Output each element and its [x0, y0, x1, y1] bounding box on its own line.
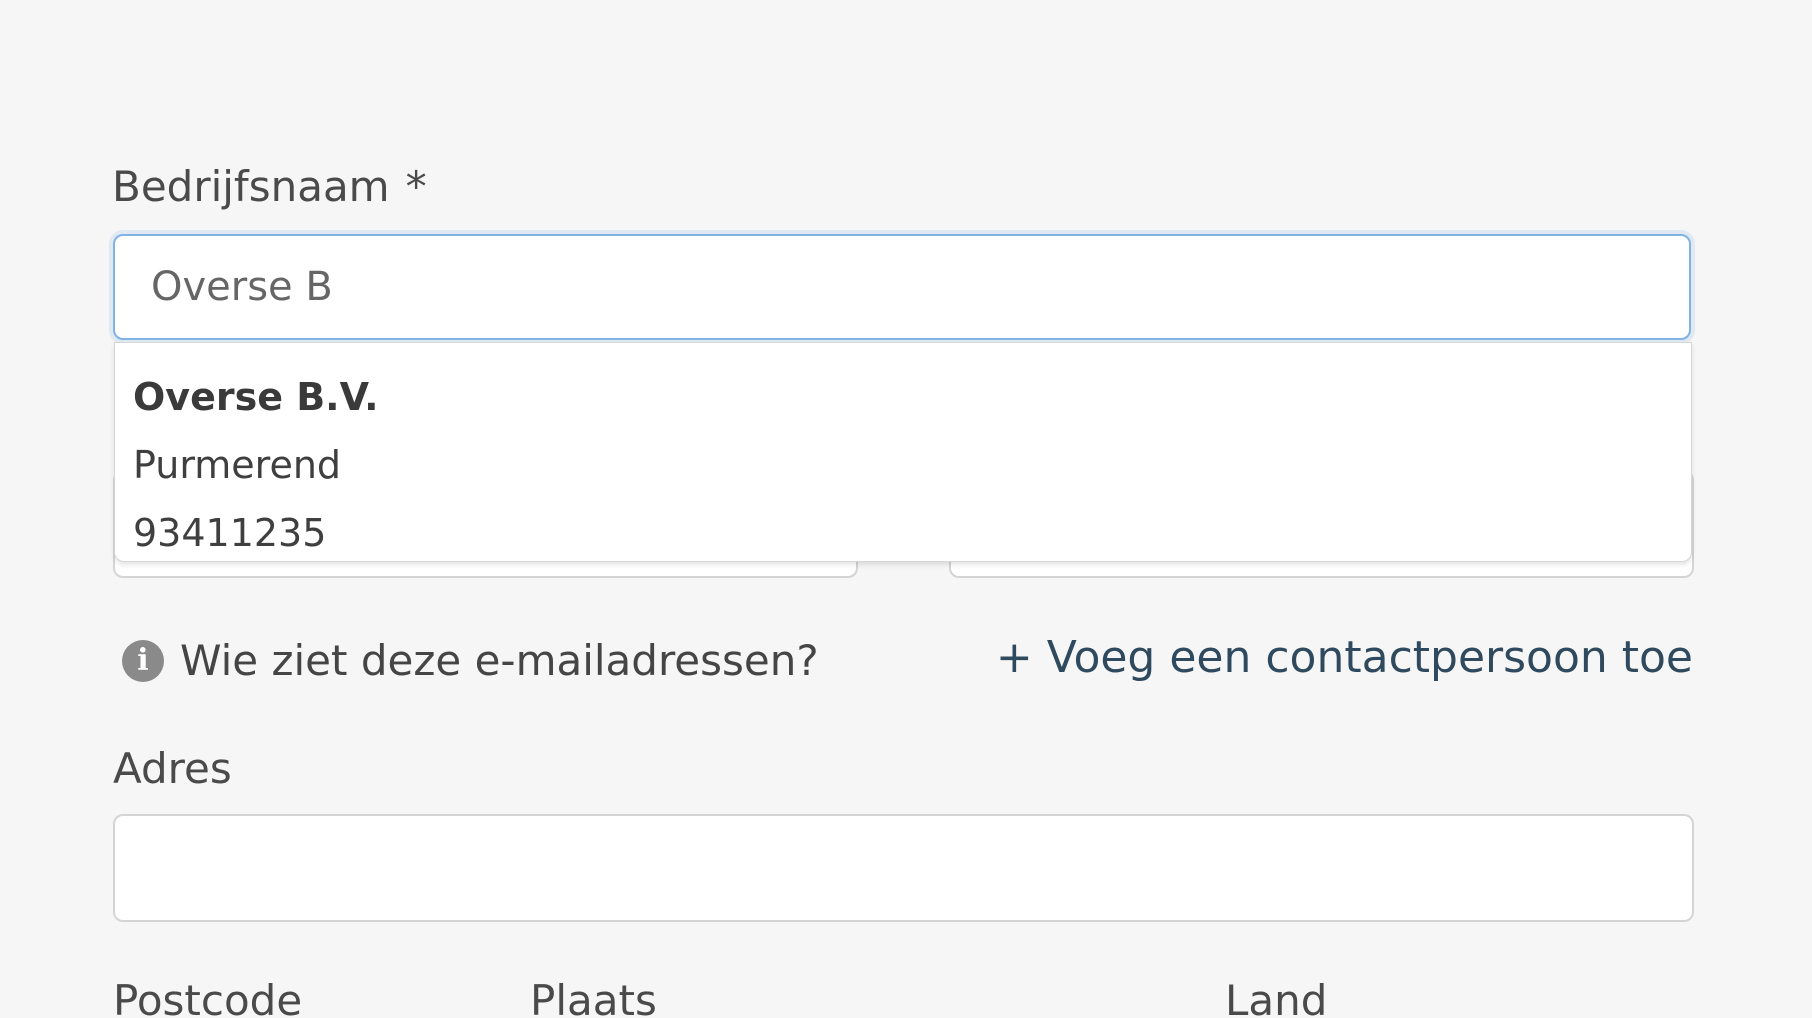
- autocomplete-dropdown: Overse B.V. Purmerend 93411235: [114, 342, 1692, 562]
- company-name-input[interactable]: [113, 234, 1691, 340]
- info-icon: i: [122, 639, 164, 682]
- postal-code-label: Postcode: [113, 976, 303, 1018]
- suggestion-registration-number: 93411235: [133, 511, 327, 555]
- email-visibility-text: Wie ziet deze e-mailadressen?: [180, 636, 819, 685]
- email-visibility-info[interactable]: i Wie ziet deze e-mailadressen?: [122, 636, 819, 685]
- address-input[interactable]: [113, 814, 1694, 922]
- suggestion-city: Purmerend: [133, 443, 342, 487]
- city-label: Plaats: [530, 976, 657, 1018]
- company-name-label: Bedrijfsnaam *: [112, 166, 427, 208]
- country-label: Land: [1225, 976, 1328, 1018]
- add-contact-person-link[interactable]: + Voeg een contactpersoon toe: [996, 636, 1693, 680]
- suggestion-company-name: Overse B.V.: [133, 375, 379, 419]
- required-marker: *: [405, 162, 427, 211]
- autocomplete-suggestion[interactable]: Overse B.V. Purmerend 93411235: [133, 363, 1691, 567]
- company-name-label-text: Bedrijfsnaam: [112, 162, 390, 211]
- address-label: Adres: [113, 744, 232, 793]
